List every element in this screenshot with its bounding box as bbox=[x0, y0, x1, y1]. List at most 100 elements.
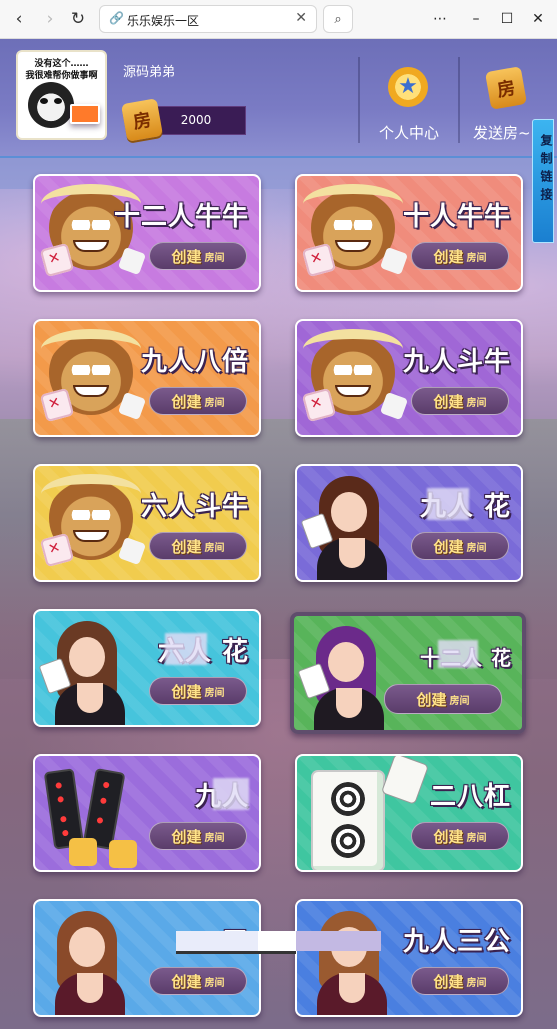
tab-title: 乐乐娱乐一区 bbox=[127, 14, 200, 28]
forward-button[interactable]: › bbox=[37, 6, 63, 32]
search-icon: ⌕ bbox=[334, 11, 342, 27]
forward-arrow-icon: › bbox=[46, 9, 54, 29]
game-card-12-niuniu[interactable]: 十二人牛牛 创建房间 bbox=[33, 174, 261, 292]
back-button[interactable]: ‹ bbox=[6, 6, 32, 32]
game-title: 十人牛牛 bbox=[402, 202, 511, 232]
dealer-girl-icon bbox=[38, 615, 139, 725]
censor-blur bbox=[213, 778, 249, 810]
create-label: 创建 bbox=[171, 247, 202, 266]
browser-tab[interactable]: 🔗 乐乐娱乐一区 ✕ bbox=[99, 5, 317, 33]
window-close-button[interactable]: ✕ bbox=[528, 9, 548, 29]
create-room-button[interactable]: 创建 房间 bbox=[149, 677, 247, 705]
room-label: 房间 bbox=[204, 977, 225, 989]
header-divider bbox=[458, 57, 460, 143]
game-title: 九人八倍 bbox=[140, 347, 249, 377]
reload-button[interactable]: ↻ bbox=[65, 6, 91, 32]
create-label: 创建 bbox=[171, 972, 202, 991]
tab-close-icon[interactable]: ✕ bbox=[295, 10, 307, 26]
avatar[interactable]: 没有这个…… 我很难帮你做事啊 bbox=[16, 50, 107, 140]
search-button[interactable]: ⌕ bbox=[323, 5, 353, 33]
minimize-button[interactable]: – bbox=[466, 9, 486, 29]
game-card-12-jinhua[interactable]: 十二人 花 创建房间 bbox=[290, 612, 526, 734]
bull-mascot-icon bbox=[301, 180, 409, 288]
header-divider bbox=[358, 57, 360, 143]
room-label: 房间 bbox=[204, 252, 225, 264]
room-card-icon: 房 bbox=[120, 98, 164, 142]
create-room-button[interactable]: 创建 房间 bbox=[149, 822, 247, 850]
create-room-button[interactable]: 创建 房间 bbox=[411, 532, 509, 560]
create-label: 创建 bbox=[171, 682, 202, 701]
censor-blur bbox=[438, 640, 478, 668]
more-button[interactable]: ⋯ bbox=[430, 9, 450, 29]
avatar-caption-line2: 我很难帮你做事啊 bbox=[25, 71, 98, 81]
bull-mascot-icon bbox=[39, 325, 147, 433]
create-room-button[interactable]: 创建 房间 bbox=[411, 242, 509, 270]
room-label: 房间 bbox=[204, 542, 225, 554]
create-label: 创建 bbox=[171, 392, 202, 411]
create-label: 创建 bbox=[171, 537, 202, 556]
copy-link-label: 复制链接 bbox=[539, 134, 553, 206]
send-room-label: 发送房~ bbox=[473, 124, 531, 142]
create-room-button[interactable]: 创建 房间 bbox=[411, 387, 509, 415]
create-label: 创建 bbox=[433, 827, 464, 846]
mahjong-tile-icon bbox=[301, 756, 430, 870]
dealer-girl-icon bbox=[297, 620, 398, 730]
dealer-girl-icon bbox=[39, 905, 139, 1015]
create-room-button[interactable]: 创建 房间 bbox=[411, 967, 509, 995]
game-card-9-babei[interactable]: 九人八倍 创建房间 bbox=[33, 319, 261, 437]
create-label: 创建 bbox=[171, 827, 202, 846]
game-card-9-douniu[interactable]: 九人斗牛 创建房间 bbox=[295, 319, 523, 437]
reload-icon: ↻ bbox=[70, 9, 86, 29]
game-card-9-paigow[interactable]: 九人 创建房间 bbox=[33, 754, 261, 872]
game-card-erbagang[interactable]: 二八杠 创建 房间 bbox=[295, 754, 523, 872]
room-label: 房间 bbox=[466, 977, 487, 989]
personal-center-button[interactable]: ★ 个人中心 bbox=[366, 67, 452, 147]
game-card-9-jinhua[interactable]: 九人 花 创建房间 bbox=[295, 464, 523, 582]
room-label: 房间 bbox=[466, 832, 487, 844]
dominoes-icon bbox=[39, 760, 139, 868]
create-room-button[interactable]: 创建 房间 bbox=[149, 387, 247, 415]
link-icon: 🔗 bbox=[109, 11, 124, 25]
create-label: 创建 bbox=[433, 392, 464, 411]
game-card-6-douniu[interactable]: 六人斗牛 创建房间 bbox=[33, 464, 261, 582]
room-label: 房间 bbox=[204, 687, 225, 699]
create-room-button[interactable]: 创建 房间 bbox=[149, 967, 247, 995]
room-label: 房间 bbox=[466, 397, 487, 409]
browser-toolbar: ‹ › ↻ 🔗 乐乐娱乐一区 ✕ ⌕ ⋯ – ☐ ✕ bbox=[0, 0, 557, 39]
more-icon: ⋯ bbox=[433, 11, 447, 27]
game-card-6-jinhua[interactable]: 六人 花 创建房间 bbox=[33, 609, 261, 727]
dealer-girl-icon bbox=[301, 905, 401, 1015]
room-label: 房间 bbox=[204, 397, 225, 409]
bull-mascot-icon bbox=[301, 325, 409, 433]
game-title: 九人三公 bbox=[402, 927, 511, 957]
create-label: 创建 bbox=[433, 247, 464, 266]
maximize-button[interactable]: ☐ bbox=[497, 9, 517, 29]
lobby-header: 没有这个…… 我很难帮你做事啊 源码弟弟 2000 房 ★ 个人中心 房 发送房… bbox=[0, 39, 557, 158]
redaction-overlay bbox=[176, 931, 381, 959]
censor-blur bbox=[165, 633, 207, 665]
copy-link-button[interactable]: 复制链接 bbox=[532, 119, 554, 243]
game-lobby: 没有这个…… 我很难帮你做事啊 源码弟弟 2000 房 ★ 个人中心 房 发送房… bbox=[0, 39, 557, 1029]
back-arrow-icon: ‹ bbox=[15, 9, 23, 29]
close-icon: ✕ bbox=[532, 11, 544, 27]
game-title: 六人斗牛 bbox=[140, 492, 249, 522]
game-card-10-niuniu[interactable]: 十人牛牛 创建房间 bbox=[295, 174, 523, 292]
maximize-icon: ☐ bbox=[500, 11, 514, 27]
create-room-button[interactable]: 创建 房间 bbox=[149, 242, 247, 270]
minimize-icon: – bbox=[472, 11, 480, 27]
personal-center-label: 个人中心 bbox=[378, 124, 439, 142]
create-room-button[interactable]: 创建 房间 bbox=[384, 684, 502, 714]
game-title: 十二人牛牛 bbox=[113, 202, 249, 232]
censor-blur bbox=[427, 488, 469, 520]
room-card-count: 2000 bbox=[180, 113, 212, 127]
room-card-icon: 房 bbox=[484, 66, 528, 110]
create-label: 创建 bbox=[433, 537, 464, 556]
room-label: 房间 bbox=[449, 695, 470, 707]
create-room-button[interactable]: 创建 房间 bbox=[411, 822, 509, 850]
star-medal-icon: ★ bbox=[388, 67, 428, 107]
create-room-button[interactable]: 创建 房间 bbox=[149, 532, 247, 560]
game-title: 九人斗牛 bbox=[402, 347, 511, 377]
game-title: 二八杠 bbox=[429, 782, 511, 812]
room-label: 房间 bbox=[466, 252, 487, 264]
dealer-girl-icon bbox=[300, 470, 401, 580]
